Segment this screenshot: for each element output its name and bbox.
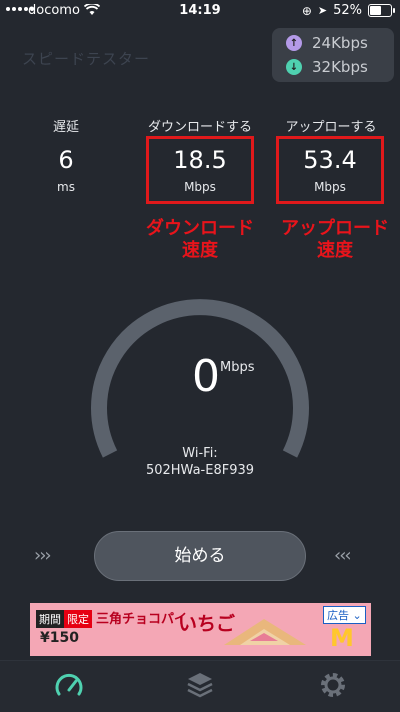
download-rate: 32Kbps [312,58,368,76]
download-unit: Mbps [184,180,216,194]
wifi-ssid: 502HWa-E8F939 [145,463,255,478]
gauge-value: 0 [192,351,220,402]
gear-icon[interactable] [318,670,348,700]
latency-value: 6 [58,146,74,174]
ad-product-line1: 三角チョコパイ [96,612,188,627]
chevrons-left-icon: ‹‹‹ [334,545,352,566]
orientation-lock-icon: ⊕ [301,3,312,18]
upload-unit: Mbps [314,180,346,194]
download-value: 18.5 [173,146,227,174]
annotation-line: アップロード [281,218,389,239]
status-bar: docomo 14:19 ⊕ ➤ 52% [0,0,400,22]
mcdonalds-logo: M [330,624,354,652]
ad-badge[interactable]: 広告 ⌄ [323,606,366,624]
download-arrow-icon: ↓ [286,59,302,75]
wifi-label: Wi-Fi: [182,446,218,461]
upload-label: アップローする [285,120,377,135]
speedometer-icon[interactable] [54,670,84,700]
chevrons-right-icon: ››› [34,545,52,566]
latency-label: 遅延 [52,120,79,135]
layers-icon[interactable] [186,670,214,700]
location-icon: ➤ [317,4,328,17]
ad-tag-limited: 限定 [64,610,92,628]
start-button[interactable]: 始める [94,531,306,581]
upload-rate: 24Kbps [312,34,368,52]
upload-value: 53.4 [303,146,357,174]
annotation-line: ダウンロード [146,218,254,239]
battery-icon [368,4,395,17]
ad-badge-label: 広告 [327,609,349,622]
app-title: スピードテスター [22,50,151,68]
download-label: ダウンロードする [147,120,252,135]
battery-percent: 52% [333,3,362,18]
latency-unit: ms [57,180,75,194]
pie-image [224,619,306,645]
ad-tag-period: 期間 [36,610,64,628]
ad-price: ¥150 [40,630,79,646]
gauge-unit: Mbps [220,360,255,375]
network-rate-panel: ↑ 24Kbps ↓ 32Kbps [272,28,394,82]
upload-arrow-icon: ↑ [286,35,302,51]
